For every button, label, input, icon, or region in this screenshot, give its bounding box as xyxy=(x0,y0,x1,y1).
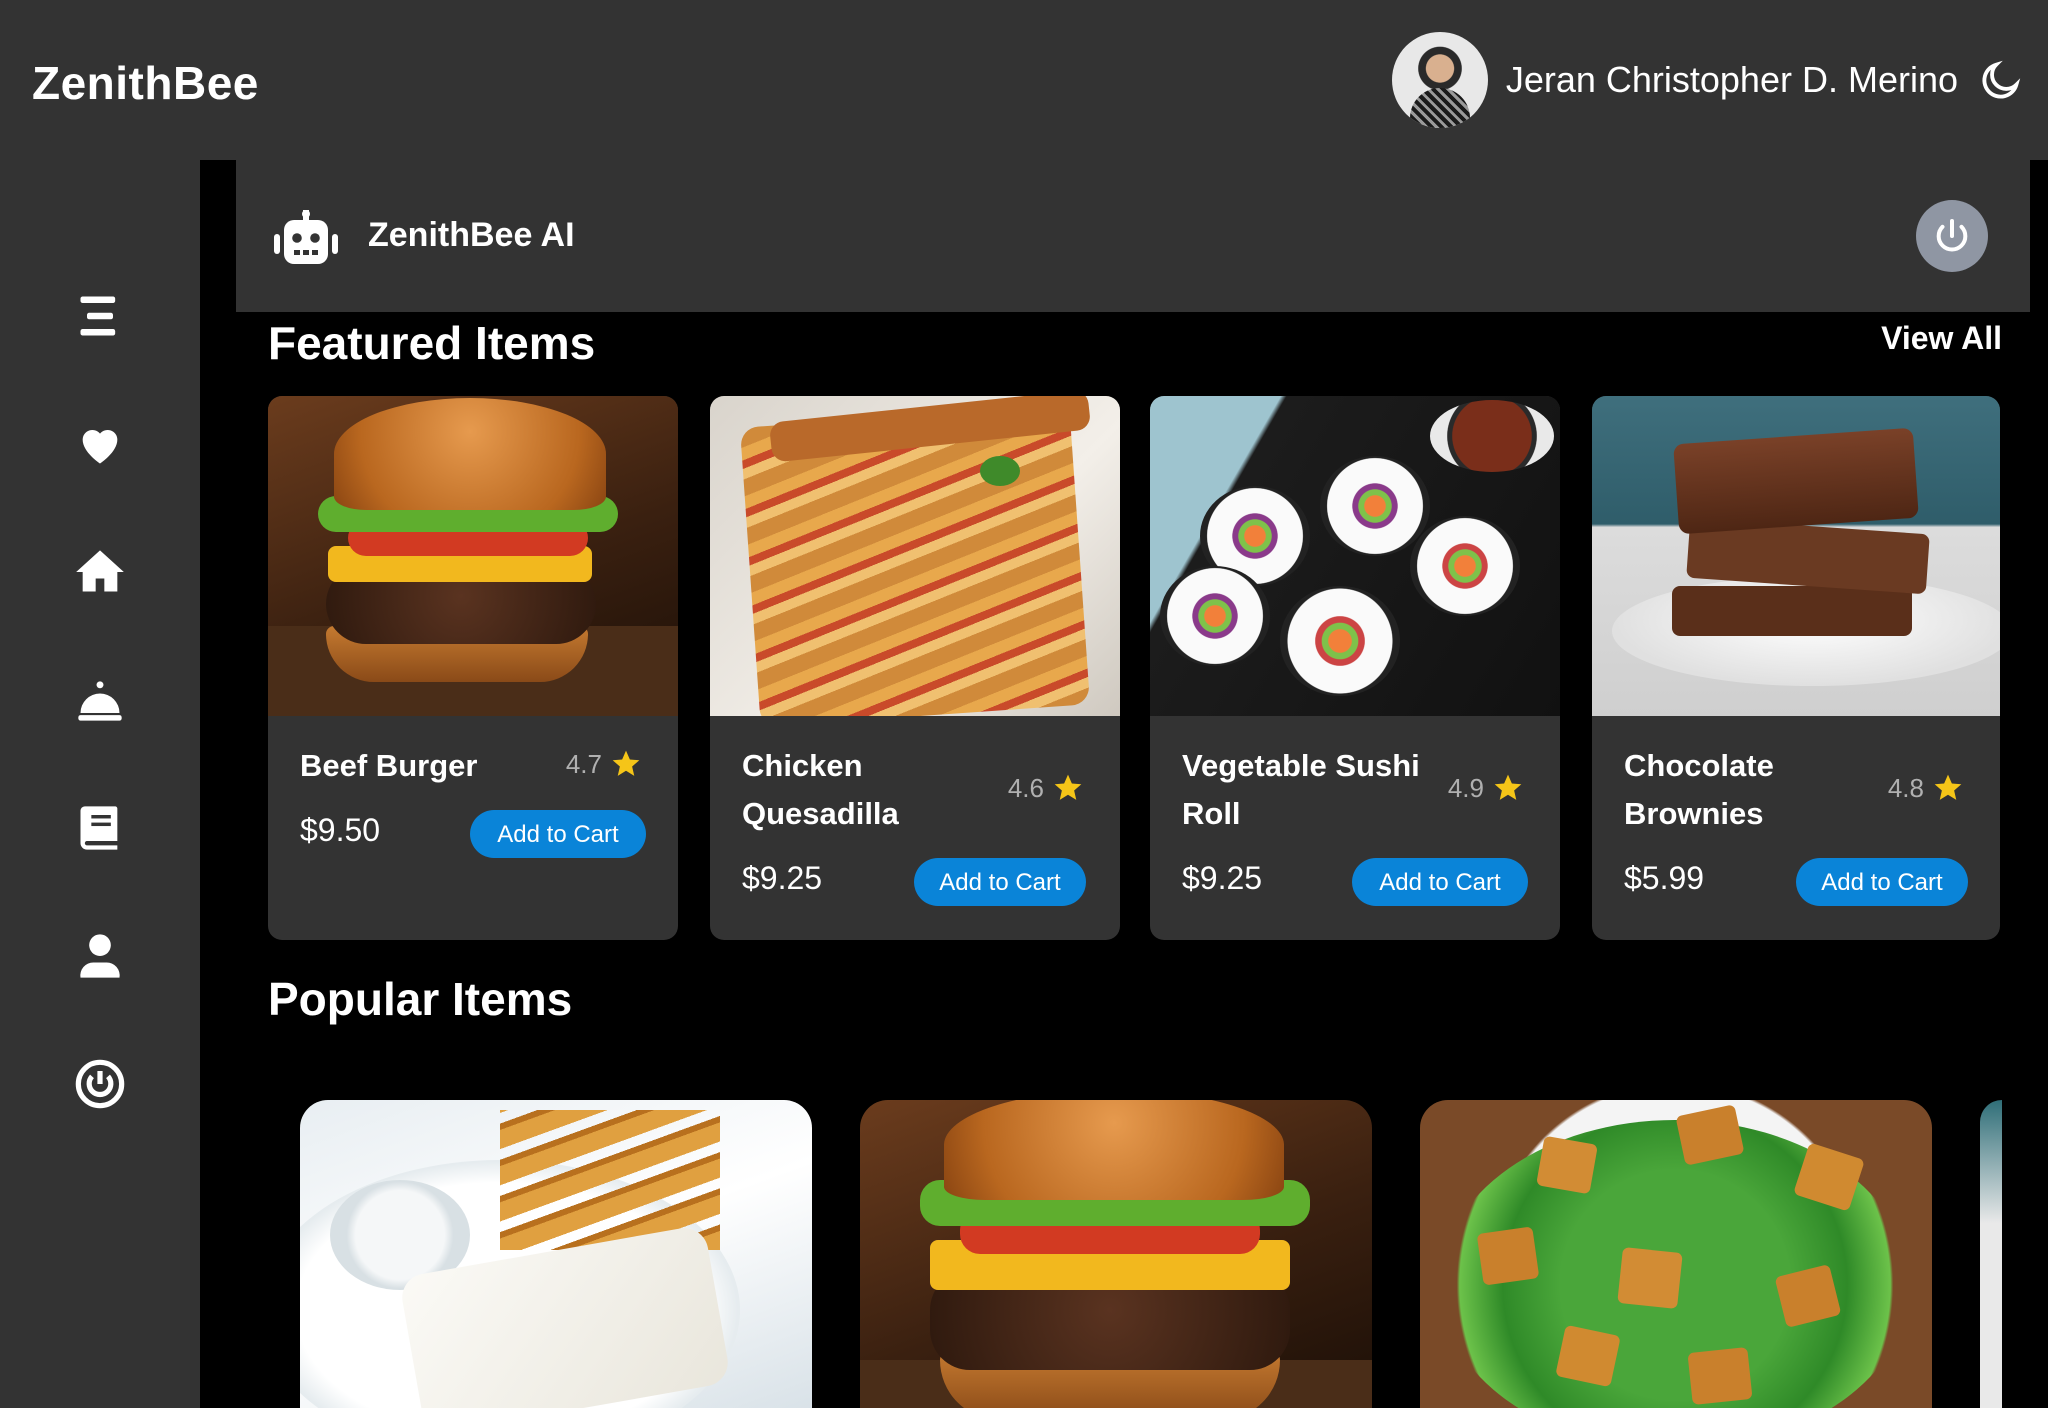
top-bar: ZenithBee Jeran Christopher D. Merino xyxy=(0,0,2048,160)
star-icon xyxy=(612,750,640,776)
menu-icon[interactable] xyxy=(72,288,128,344)
view-all-link[interactable]: View All xyxy=(1881,320,2002,357)
star-icon xyxy=(1054,774,1082,800)
item-price: $9.25 xyxy=(742,860,823,896)
ai-assistant-bar: ZenithBee AI xyxy=(236,160,2030,312)
popular-card-salad[interactable] xyxy=(1420,1100,1932,1408)
popular-card-burger[interactable] xyxy=(860,1100,1372,1408)
heart-icon[interactable] xyxy=(72,416,128,472)
featured-card-vegetable-sushi-roll[interactable]: Vegetable Sushi Roll 4.9 $9.25 Add to Ca… xyxy=(1150,396,1560,940)
book-icon[interactable] xyxy=(72,800,128,856)
brand-logo[interactable]: ZenithBee xyxy=(32,56,259,110)
rating: 4.8 xyxy=(1888,772,1964,804)
item-price: $9.50 xyxy=(300,812,381,848)
power-icon xyxy=(1936,219,1968,252)
chicken-quesadilla-image[interactable] xyxy=(710,396,1120,716)
item-name: Chicken Quesadilla xyxy=(742,748,899,831)
user-name: Jeran Christopher D. Merino xyxy=(1505,59,1958,100)
featured-card-beef-burger[interactable]: Beef Burger 4.7 $9.50 Add to Cart xyxy=(268,396,678,940)
user-profile[interactable]: Jeran Christopher D. Merino xyxy=(1391,32,2024,128)
vegetable-sushi-roll-image[interactable] xyxy=(1150,396,1560,716)
home-icon[interactable] xyxy=(72,544,128,600)
chocolate-brownies-image[interactable] xyxy=(1592,396,2000,716)
ai-power-button[interactable] xyxy=(1916,200,1988,272)
item-name: Chocolate Brownies xyxy=(1624,748,1774,831)
popular-card-fish[interactable] xyxy=(300,1100,812,1408)
popular-title: Popular Items xyxy=(268,973,573,1025)
avatar[interactable] xyxy=(1391,32,1488,128)
item-price: $5.99 xyxy=(1624,860,1705,896)
rating-value: 4.9 xyxy=(1447,772,1484,803)
featured-card-chicken-quesadilla[interactable]: Chicken Quesadilla 4.6 $9.25 Add to Cart xyxy=(710,396,1120,940)
ai-title: ZenithBee AI xyxy=(368,216,575,254)
star-icon xyxy=(1934,774,1962,800)
rating: 4.7 xyxy=(566,748,642,780)
add-to-cart-button[interactable]: Add to Cart xyxy=(914,858,1086,906)
logout-power-icon[interactable] xyxy=(72,1056,128,1112)
star-icon xyxy=(1494,774,1522,800)
featured-title: Featured Items xyxy=(268,317,596,369)
item-name: Beef Burger xyxy=(300,748,478,783)
add-to-cart-button[interactable]: Add to Cart xyxy=(1352,858,1528,906)
beef-burger-image[interactable] xyxy=(268,396,678,716)
add-to-cart-button[interactable]: Add to Cart xyxy=(470,810,646,858)
rating: 4.9 xyxy=(1448,772,1524,804)
popular-card-partial[interactable] xyxy=(1980,1100,2002,1408)
rating-value: 4.8 xyxy=(1887,772,1924,803)
user-icon[interactable] xyxy=(72,928,128,984)
moon-icon[interactable] xyxy=(1978,57,2024,103)
rating-value: 4.7 xyxy=(565,748,602,779)
featured-card-chocolate-brownies[interactable]: Chocolate Brownies 4.8 $5.99 Add to Cart xyxy=(1592,396,2000,940)
robot-icon xyxy=(274,210,338,264)
sidebar xyxy=(0,160,200,1408)
service-bell-icon[interactable] xyxy=(72,672,128,728)
add-to-cart-button[interactable]: Add to Cart xyxy=(1796,858,1968,906)
rating: 4.6 xyxy=(1008,772,1084,804)
item-price: $9.25 xyxy=(1182,860,1263,896)
item-name: Vegetable Sushi Roll xyxy=(1182,748,1420,831)
rating-value: 4.6 xyxy=(1007,772,1044,803)
